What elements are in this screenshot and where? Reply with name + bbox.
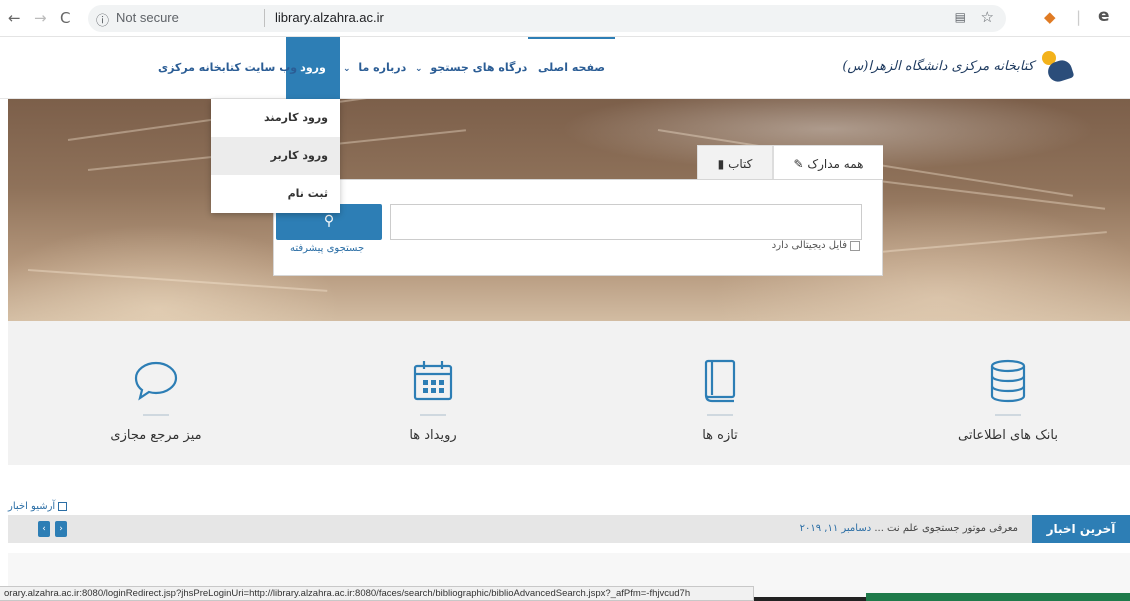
news-headline-item[interactable]: معرفی موتور جستجوی علم نت ... دسامبر ۱۱,… [800,515,1018,543]
has-digital-file-label: فایل دیجیتالی دارد [771,240,847,251]
features-section: بانک های اطلاعاتی تازه ها رویداد ها میز … [8,321,1130,465]
library-logo[interactable]: کتابخانه مرکزی دانشگاه الزهرا(س) [842,49,1075,85]
login-dropdown-menu: ورود کارمند ورود کاربر ثبت نام [211,99,340,213]
site-header: کتابخانه مرکزی دانشگاه الزهرا(س) صفحه اص… [0,37,1130,99]
advanced-search-link[interactable]: جستجوی پیشرفته [290,243,364,254]
feature-events[interactable]: رویداد ها [333,321,533,465]
back-arrow-icon[interactable]: ← [8,9,21,27]
tab-all-documents[interactable]: همه مدارک ✎ [773,145,883,181]
chevron-down-icon: ⌄ [415,64,423,74]
has-digital-file-checkbox[interactable] [850,240,860,251]
news-prev-button[interactable]: ‹ [38,521,50,537]
search-input[interactable] [390,204,862,240]
search-tabs: همه مدارک ✎ کتاب ▮ [697,145,883,181]
url-text[interactable]: library.alzahra.ac.ir [275,10,384,25]
news-ticker: آخرین اخبار معرفی موتور جستجوی علم نت ..… [8,515,1130,543]
translate-icon[interactable]: ▤ [955,10,966,24]
book-icon [702,359,738,407]
chevron-down-icon: ⌄ [343,64,351,74]
feature-databases-label: بانک های اطلاعاتی [958,428,1058,443]
calendar-icon [411,359,455,407]
chat-icon [132,359,180,407]
security-label: Not secure [116,10,179,25]
chevron-left-icon: ‹ [42,524,46,534]
profile-e-icon[interactable]: e [1098,6,1110,26]
star-icon[interactable]: ☆ [981,8,994,26]
extension-fox-icon[interactable]: ◆ [1044,8,1056,26]
reload-icon[interactable]: C [60,9,70,27]
search-icon: ⚲ [323,213,335,229]
browser-toolbar: ← → C ⓘ Not secure library.alzahra.ac.ir… [0,0,1130,37]
news-archive-link[interactable]: آرشیو اخبار [8,501,68,512]
feature-new-arrivals[interactable]: تازه ها [620,321,820,465]
database-icon [988,359,1028,407]
nav-about-label: درباره ما [358,61,407,74]
page-content-edge [866,593,1130,601]
archive-icon [58,502,68,511]
news-title: آخرین اخبار [1032,515,1130,543]
feature-new-arrivals-label: تازه ها [702,428,738,443]
news-archive-label: آرشیو اخبار [8,501,56,512]
nav-home[interactable]: صفحه اصلی [528,37,615,99]
menu-item-register[interactable]: ثبت نام [211,175,340,213]
tab-book-label: کتاب [728,157,753,171]
feature-virtual-reference-desk-label: میز مرجع مجازی [110,428,202,443]
forward-arrow-icon[interactable]: → [34,9,47,27]
feature-databases[interactable]: بانک های اطلاعاتی [908,321,1108,465]
tab-all-documents-label: همه مدارک [807,157,864,171]
chevron-right-icon: › [59,524,63,534]
feature-divider [420,414,446,416]
news-headline: معرفی موتور جستجوی علم نت ... [874,523,1018,534]
page-content-edge [754,597,866,601]
news-date: دسامبر ۱۱, ۲۰۱۹ [799,523,872,534]
status-bar-url: orary.alzahra.ac.ir:8080/loginRedirect.j… [0,586,754,601]
logo-mark-icon [1040,49,1075,85]
book-icon: ▮ [717,157,725,171]
nav-about[interactable]: درباره ما ⌄ [343,37,406,99]
feature-events-label: رویداد ها [409,428,457,443]
feature-virtual-reference-desk[interactable]: میز مرجع مجازی [56,321,256,465]
logo-text: کتابخانه مرکزی دانشگاه الزهرا(س) [842,58,1034,74]
toolbar-divider: | [1076,8,1082,26]
feature-divider [995,414,1021,416]
tab-book[interactable]: کتاب ▮ [697,145,773,181]
menu-item-staff-login[interactable]: ورود کارمند [211,99,340,137]
menu-item-user-login[interactable]: ورود کاربر [211,137,340,175]
has-digital-file-option[interactable]: فایل دیجیتالی دارد [772,240,860,251]
feature-divider [707,414,733,416]
nav-search-portals[interactable]: درگاه های جستجو ⌄ [415,37,527,99]
feature-divider [143,414,169,416]
news-next-button[interactable]: › [55,521,67,537]
address-separator [264,9,265,27]
nav-central-library-website[interactable]: وب سایت کتابخانه مرکزی [158,37,297,99]
nav-search-portals-label: درگاه های جستجو [430,61,528,74]
info-icon[interactable]: ⓘ [96,10,109,29]
edit-icon: ✎ [793,157,804,171]
address-bar[interactable]: ⓘ Not secure library.alzahra.ac.ir ▤ ☆ [88,5,1006,32]
